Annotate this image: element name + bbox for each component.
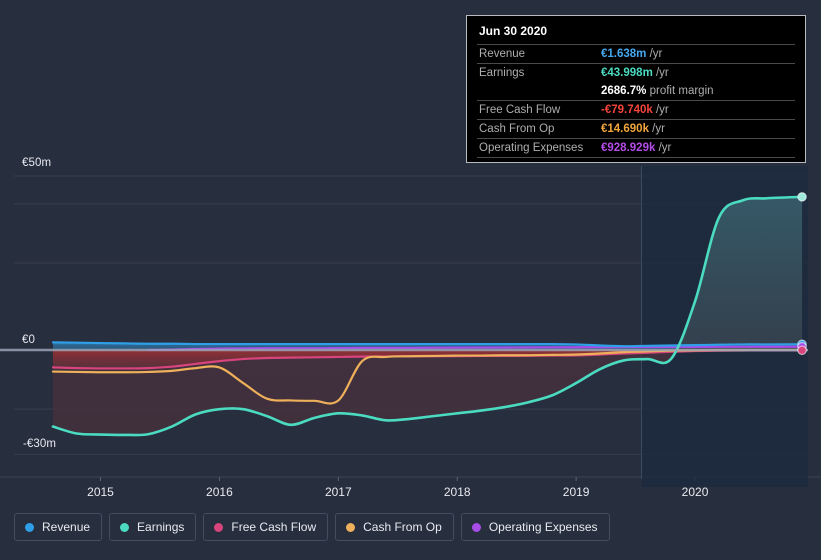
tooltip-row: Cash From Op €14.690k /yr: [477, 119, 795, 139]
tooltip-row-label: Free Cash Flow: [479, 104, 561, 116]
tooltip-row-label: [477, 82, 599, 101]
legend-dot-icon: [214, 522, 224, 532]
y-axis-tick: €0: [22, 334, 35, 346]
x-axis-tick: 2020: [681, 485, 709, 499]
tooltip-date: Jun 30 2020: [479, 24, 548, 38]
y-axis-tick: €50m: [22, 157, 52, 169]
tooltip-row-value: €928.929k /yr: [599, 138, 795, 158]
legend-label: Cash From Op: [363, 520, 442, 534]
endpoint-marker-earnings: [797, 192, 807, 202]
legend-dot-icon: [471, 522, 481, 532]
legend-dot-icon: [120, 522, 130, 532]
x-axis-tick: 2015: [87, 485, 114, 499]
x-axis-tick: 2019: [562, 485, 590, 499]
tooltip-table: Revenue €1.638m /yr Earnings €43.998m /yr 26…: [477, 44, 795, 158]
tooltip-row: Revenue €1.638m /yr: [477, 44, 795, 64]
legend-label: Earnings: [137, 520, 185, 534]
x-axis-tick: 2016: [206, 485, 233, 499]
legend-label: Free Cash Flow: [231, 520, 317, 534]
chart-legend[interactable]: Revenue Earnings Free Cash Flow Cash From O…: [14, 513, 610, 541]
legend-dot-icon: [346, 522, 356, 532]
x-axis-tick: 2017: [324, 485, 352, 499]
x-axis-tick: 2018: [443, 485, 471, 499]
tooltip-row-value: €1.638m /yr: [601, 48, 663, 60]
tooltip-row-label: Cash From Op: [479, 123, 555, 135]
tooltip-row-value: 2686.7% profit margin: [601, 85, 714, 97]
legend-item-revenue[interactable]: Revenue: [14, 513, 103, 541]
legend-dot-icon: [25, 522, 34, 532]
legend-item-earnings[interactable]: Earnings: [109, 513, 197, 541]
financial-chart-page: €50m €0 -€30m 2015 2016 2017 2018 2019 2020 Jun…: [0, 0, 821, 560]
tooltip-row-label: Earnings: [479, 67, 525, 79]
legend-item-operating-expenses[interactable]: Operating Expenses: [460, 513, 610, 541]
legend-item-cash-from-op[interactable]: Cash From Op: [335, 513, 454, 541]
chart-tooltip: Jun 30 2020 Revenue €1.638m /yr Earnings €4…: [466, 15, 806, 163]
tooltip-row-label: Operating Expenses: [477, 138, 599, 158]
legend-label: Operating Expenses: [488, 520, 598, 534]
tooltip-row: 2686.7% profit margin: [477, 82, 795, 101]
tooltip-row: Free Cash Flow -€79.740k /yr: [477, 100, 795, 120]
tooltip-row: Operating Expenses €928.929k /yr: [477, 138, 795, 158]
tooltip-row-label: Revenue: [479, 48, 526, 60]
tooltip-row-value: -€79.740k /yr: [601, 104, 669, 116]
tooltip-row: Earnings €43.998m /yr: [477, 63, 795, 83]
legend-label: Revenue: [42, 520, 91, 534]
tooltip-row-value: €14.690k /yr: [601, 123, 665, 135]
endpoint-marker-free-cash-flow: [797, 345, 807, 356]
legend-item-free-cash-flow[interactable]: Free Cash Flow: [203, 513, 329, 541]
tooltip-row-value: €43.998m /yr: [601, 67, 669, 79]
y-axis-tick: -€30m: [23, 438, 57, 451]
